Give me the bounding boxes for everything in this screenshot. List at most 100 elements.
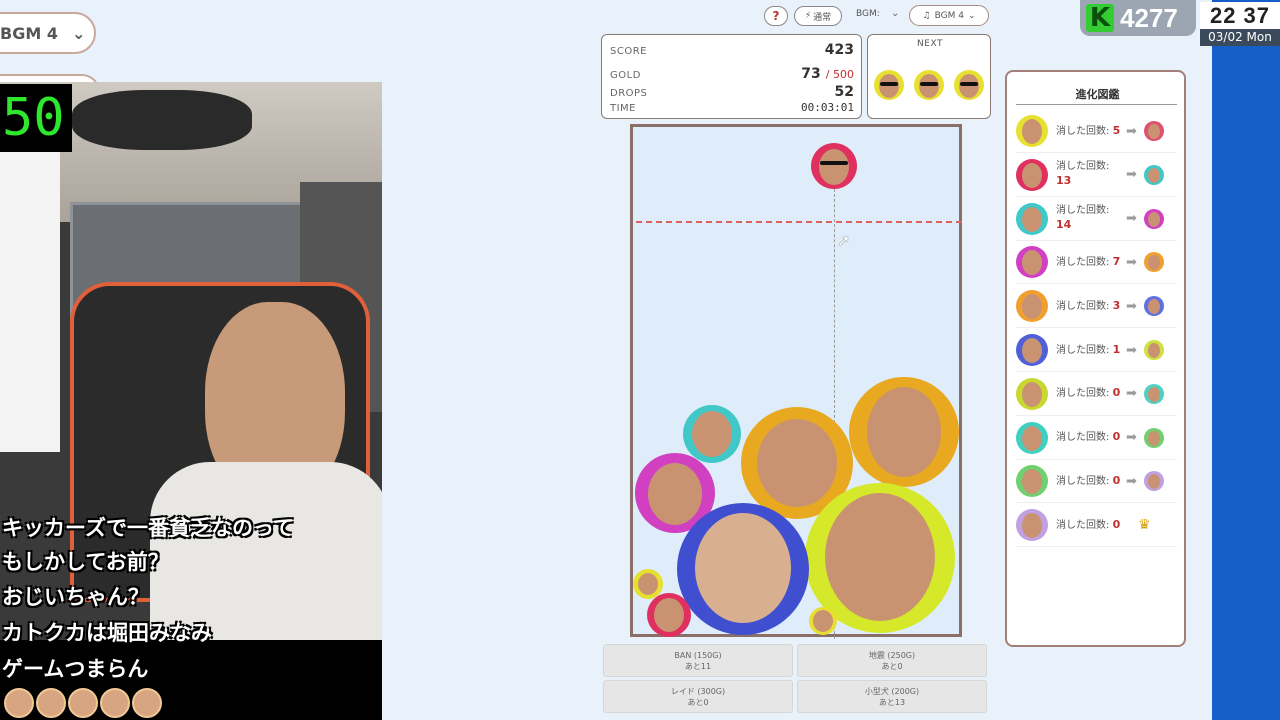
next-character-icon [1144, 383, 1164, 404]
character-ball-icon [1016, 246, 1048, 279]
erase-count-label: 消した回数: [1056, 388, 1110, 400]
held-ball[interactable] [811, 143, 857, 189]
cursor-icon: ➚ [837, 231, 851, 250]
erase-count-text: 消した回数: 0 [1056, 518, 1122, 533]
time-row: TIME 00:03:01 [610, 101, 854, 115]
next-character-icon [1144, 296, 1164, 317]
erase-count-label: 消した回数: [1056, 125, 1110, 137]
erase-count-text: 消した回数: 0 [1056, 474, 1122, 489]
time-label: TIME [610, 103, 637, 114]
character-ball-icon [1016, 421, 1048, 454]
crown-icon: ♛ [1138, 517, 1151, 534]
background-strip [1212, 0, 1280, 720]
points-badge: K 4277 [1080, 0, 1196, 36]
board-ball [683, 405, 741, 463]
next-character-icon [1144, 208, 1164, 229]
webcam-tshirt [0, 152, 60, 452]
erase-count-value: 14 [1056, 218, 1072, 232]
gold-row: GOLD 73 / 500 [610, 63, 854, 84]
erase-count-text: 消した回数: 13 [1056, 160, 1122, 189]
encyclopedia-row: 消した回数: 0 ➡ [1016, 373, 1177, 416]
board-ball [677, 503, 809, 635]
encyclopedia-row: 消した回数: 14 ➡ [1016, 198, 1177, 241]
erase-count-text: 消した回数: 1 [1056, 343, 1122, 358]
encyclopedia-row: 消した回数: 0 ➡ [1016, 417, 1177, 460]
item-ban-button[interactable]: BAN (150G) あと11 [603, 644, 793, 677]
erase-count-value: 3 [1112, 298, 1121, 312]
deadline-line [636, 221, 962, 223]
encyclopedia-title: 進化図鑑 [1075, 88, 1120, 101]
erase-count-value: 0 [1112, 473, 1121, 487]
chevron-down-icon: ⌄ [71, 23, 86, 43]
next-character-icon [1144, 340, 1164, 360]
erase-count-label: 消した回数: [1056, 205, 1110, 217]
drops-value: 52 [834, 84, 854, 100]
bgm-select-left[interactable]: BGM 4 ⌄ [0, 12, 96, 54]
next-ball [954, 70, 984, 100]
score-row: SCORE 423 [610, 42, 854, 63]
arrow-right-icon: ➡ [1126, 342, 1137, 358]
character-ball-icon [1016, 115, 1048, 147]
evolution-encyclopedia: 進化図鑑 消した回数: 5 ➡ 消した回数: 13 ➡ 消した回数: 14 ➡ 消した回数:… [1005, 70, 1186, 647]
arrow-right-icon: ➡ [1126, 386, 1137, 402]
chat-line: ゲームつまらん [2, 657, 149, 681]
item-remaining: あと0 [687, 698, 709, 707]
chat-line: もしかしてお前？ [2, 550, 169, 574]
emote-icon [132, 688, 162, 718]
arrow-right-icon: ➡ [1126, 298, 1137, 314]
erase-count-text: 消した回数: 14 [1056, 204, 1122, 233]
score-value: 423 [824, 42, 854, 58]
score-label: SCORE [610, 46, 647, 57]
game-board[interactable]: ➚ [630, 124, 962, 639]
webcam-hair [72, 90, 252, 150]
erase-count-value: 5 [1112, 123, 1121, 137]
gold-max: / 500 [825, 68, 854, 81]
encyclopedia-divider [1016, 104, 1177, 105]
item-small-dog-button[interactable]: 小型犬 (200G) あと13 [797, 680, 987, 713]
item-remaining: あと0 [881, 662, 903, 671]
erase-count-value: 0 [1112, 517, 1121, 531]
erase-count-label: 消した回数: [1056, 475, 1110, 487]
emote-icon [68, 688, 98, 718]
chat-line: キッカーズで一番貧乏なのって [2, 516, 294, 540]
erase-count-value: 7 [1112, 254, 1121, 268]
item-name: 小型犬 (200G) [864, 687, 920, 696]
gold-label: GOLD [610, 70, 641, 81]
board-ball [647, 593, 691, 637]
erase-count-label: 消した回数: [1056, 432, 1110, 444]
arrow-right-icon: ➡ [1126, 430, 1137, 446]
erase-count-value: 0 [1112, 430, 1121, 444]
encyclopedia-row: 消した回数: 1 ➡ [1016, 329, 1177, 372]
erase-count-text: 消した回数: 0 [1056, 386, 1122, 401]
item-earthquake-button[interactable]: 地震 (250G) あと0 [797, 644, 987, 677]
erase-count-value: 0 [1112, 386, 1121, 400]
chevron-down-icon[interactable]: ⌄ [891, 8, 899, 19]
arrow-right-icon: ➡ [1126, 473, 1137, 489]
mode-button[interactable]: ⚡ 通常 [794, 6, 842, 26]
erase-count-text: 消した回数: 5 [1056, 124, 1122, 139]
encyclopedia-row: 消した回数: 0 ♛ [1016, 504, 1177, 548]
next-character-icon [1144, 471, 1164, 492]
encyclopedia-row: 消した回数: 7 ➡ [1016, 241, 1177, 285]
chat-line: おじいちゃん？ [2, 585, 149, 609]
help-button[interactable]: ? [764, 6, 788, 26]
arrow-right-icon: ➡ [1126, 211, 1137, 227]
clock-date: 03/02 Mon [1200, 29, 1280, 46]
erase-count-label: 消した回数: [1056, 161, 1110, 173]
item-raid-button[interactable]: レイド (300G) あと0 [603, 680, 793, 713]
next-character-icon [1144, 121, 1164, 141]
encyclopedia-row: 消した回数: 0 ➡ [1016, 460, 1177, 504]
emote-icon [4, 688, 34, 718]
item-remaining: あと13 [878, 698, 906, 707]
bgm-select[interactable]: ♫ BGM 4 ⌄ [909, 5, 989, 26]
next-panel: NEXT [867, 34, 991, 119]
erase-count-label: 消した回数: [1056, 344, 1110, 356]
character-ball-icon [1016, 158, 1048, 191]
emote-icon [100, 688, 130, 718]
time-value: 00:03:01 [801, 101, 854, 114]
bgm-select-value: BGM 4 [934, 10, 964, 21]
arrow-right-icon: ➡ [1126, 123, 1137, 139]
next-ball [914, 70, 944, 100]
chat-line: カトクカは堀田みなみ [2, 621, 212, 645]
erase-count-text: 消した回数: 3 [1056, 299, 1122, 314]
